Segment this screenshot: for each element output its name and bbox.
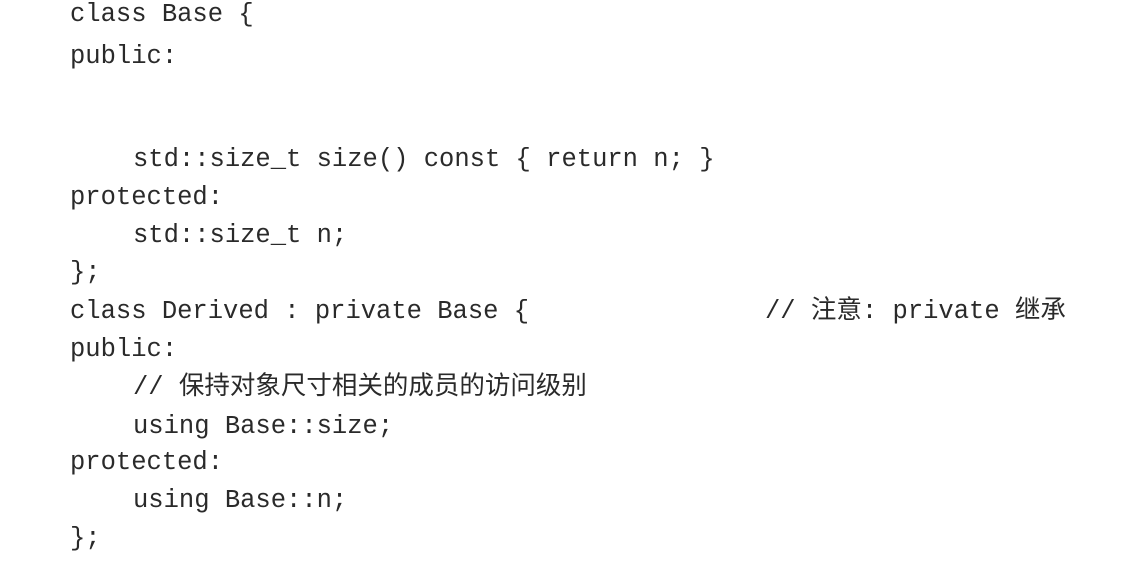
code-line: public:	[70, 42, 178, 71]
code-line: class Derived : private Base {	[70, 297, 530, 326]
code-line: class Base {	[70, 0, 254, 29]
code-line: };	[70, 258, 101, 287]
code-line: using Base::n;	[133, 486, 348, 515]
code-line: };	[70, 524, 101, 553]
code-line: protected:	[70, 448, 224, 477]
code-line: using Base::size;	[133, 412, 394, 441]
code-line: public:	[70, 335, 178, 364]
code-line: std::size_t n;	[133, 221, 348, 250]
code-line: protected:	[70, 183, 224, 212]
code-comment-line: // 保持对象尺寸相关的成员的访问级别	[133, 373, 587, 402]
code-comment: // 注意: private 继承	[765, 297, 1066, 326]
code-line: std::size_t size() const { return n; }	[133, 145, 715, 174]
